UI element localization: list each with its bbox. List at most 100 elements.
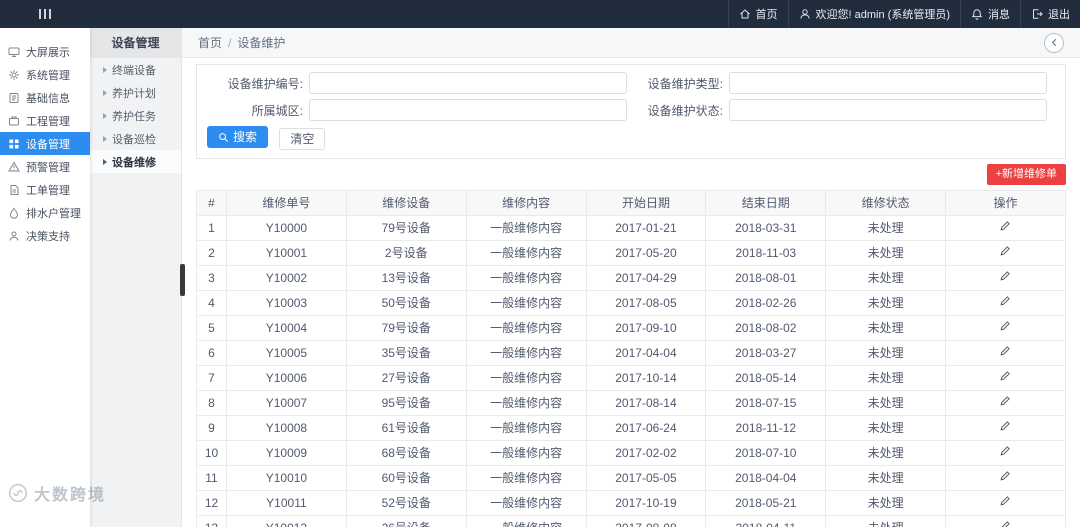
- sidebar-item-system[interactable]: 系统管理: [0, 63, 90, 86]
- submenu-item-maintain-task[interactable]: 养护任务: [90, 104, 181, 127]
- sidebar-item-equipment[interactable]: 设备管理: [0, 132, 90, 155]
- cell-idx: 5: [196, 314, 227, 341]
- home-icon: [739, 8, 751, 20]
- search-button-label: 搜索: [233, 130, 258, 144]
- cell-device: 68号设备: [345, 439, 467, 466]
- cell-actions: [945, 314, 1066, 341]
- cell-actions: [945, 339, 1066, 366]
- sidebar: 大屏展示系统管理基础信息 工程管理设备管理预警管理 工单管理排水户管理决策支持: [0, 28, 90, 527]
- device-icon: [8, 138, 20, 150]
- submenu-item-terminal-device[interactable]: 终端设备: [90, 58, 181, 81]
- clear-button[interactable]: 清空: [279, 127, 326, 150]
- submenu: 设备管理 终端设备 养护计划 养护任务 设备巡检 设备维修: [90, 28, 182, 527]
- cell-end: 2018-03-31: [705, 214, 827, 241]
- cell-actions: [945, 264, 1066, 291]
- menu-collapse-icon[interactable]: [0, 0, 90, 28]
- maintenance-status-label: 设备维护状态:: [647, 103, 723, 118]
- sidebar-item-label: 排水户管理: [26, 207, 81, 220]
- maintenance-no-input[interactable]: [309, 72, 627, 94]
- cell-start: 2017-05-20: [585, 239, 707, 266]
- cell-device: 61号设备: [345, 414, 467, 441]
- submenu-item-device-inspect[interactable]: 设备巡检: [90, 127, 181, 150]
- repair-table: # 维修单号 维修设备 维修内容 开始日期 结束日期 维修状态 操作 1 Y10000 79号设备…: [196, 189, 1066, 527]
- cell-order_no: Y10003: [226, 289, 347, 316]
- sidebar-item-label: 设备管理: [26, 138, 70, 151]
- cell-start: 2017-06-24: [585, 414, 707, 441]
- edit-icon[interactable]: [999, 270, 1012, 283]
- edit-icon[interactable]: [999, 370, 1012, 383]
- cell-content: 一般维修内容: [465, 314, 587, 341]
- cell-status: 未处理: [825, 339, 947, 366]
- cell-end: 2018-08-01: [705, 264, 827, 291]
- sidebar-item-big-screen[interactable]: 大屏展示: [0, 40, 90, 63]
- edit-icon[interactable]: [999, 420, 1012, 433]
- table-body: 1 Y10000 79号设备 一般维修内容 2017-01-21 2018-03-31 未处…: [196, 214, 1066, 527]
- submenu-list: 终端设备 养护计划 养护任务设备巡检设备维修: [90, 58, 181, 173]
- cell-order_no: Y10000: [226, 214, 347, 241]
- cell-actions: [945, 414, 1066, 441]
- search-button[interactable]: 搜索: [207, 126, 269, 148]
- edit-icon[interactable]: [999, 295, 1012, 308]
- sidebar-item-warning[interactable]: 预警管理: [0, 155, 90, 178]
- edit-icon[interactable]: [999, 220, 1012, 233]
- triangle-bullet-icon: [103, 112, 107, 119]
- scrollbar-thumb[interactable]: [180, 264, 185, 296]
- district-input[interactable]: [309, 99, 627, 121]
- table-row: 5 Y10004 79号设备 一般维修内容 2017-09-10 2018-08-02 未处…: [196, 314, 1066, 341]
- sidebar-item-drainage[interactable]: 排水户管理: [0, 201, 90, 224]
- cell-order_no: Y10005: [226, 339, 347, 366]
- cell-device: 50号设备: [345, 289, 467, 316]
- maintenance-type-label: 设备维护类型:: [647, 76, 723, 91]
- gear-icon: [8, 69, 20, 81]
- submenu-item-device-repair[interactable]: 设备维修: [90, 150, 181, 173]
- cell-idx: 1: [196, 214, 227, 241]
- cell-device: 60号设备: [345, 464, 467, 491]
- back-button[interactable]: [1044, 32, 1064, 53]
- maintenance-status-input[interactable]: [729, 99, 1047, 121]
- edit-icon[interactable]: [999, 445, 1012, 458]
- cell-actions: [945, 239, 1066, 266]
- cell-order_no: Y10011: [226, 489, 347, 516]
- cell-content: 一般维修内容: [465, 464, 587, 491]
- topbar-logout[interactable]: 退出: [1020, 0, 1080, 28]
- edit-icon[interactable]: [999, 395, 1012, 408]
- cell-order_no: Y10006: [226, 364, 347, 391]
- cell-status: 未处理: [825, 489, 947, 516]
- edit-icon[interactable]: [999, 520, 1012, 527]
- breadcrumb-home[interactable]: 首页: [198, 34, 222, 51]
- alert-icon: [8, 161, 20, 173]
- topbar-user[interactable]: 欢迎您! admin (系统管理员): [787, 0, 960, 28]
- topbar-home[interactable]: 首页: [727, 0, 788, 28]
- cell-content: 一般维修内容: [465, 364, 587, 391]
- search-row: 设备维护编号: 设备维护类型:: [207, 72, 1055, 94]
- column-header: 维修设备: [345, 189, 467, 216]
- sidebar-item-label: 系统管理: [26, 69, 70, 82]
- add-repair-order-button[interactable]: +新增维修单: [986, 163, 1066, 185]
- sidebar-item-engineering[interactable]: 工程管理: [0, 109, 90, 132]
- cell-start: 2017-10-14: [585, 364, 707, 391]
- sidebar-item-decision[interactable]: 决策支持: [0, 224, 90, 247]
- cell-end: 2018-05-14: [705, 364, 827, 391]
- content-area: 设备维护编号: 设备维护类型: 所属城区: 设备维护状态: 搜索 清空 +新增维修单…: [182, 58, 1080, 527]
- breadcrumb-separator: /: [228, 35, 232, 50]
- edit-icon[interactable]: [999, 470, 1012, 483]
- cell-status: 未处理: [825, 264, 947, 291]
- submenu-item-label: 设备巡检: [112, 133, 156, 146]
- sidebar-item-basic-info[interactable]: 基础信息: [0, 86, 90, 109]
- edit-icon[interactable]: [999, 495, 1012, 508]
- cell-content: 一般维修内容: [465, 239, 587, 266]
- cell-status: 未处理: [825, 439, 947, 466]
- triangle-bullet-icon: [103, 89, 107, 96]
- cell-actions: [945, 489, 1066, 516]
- cell-status: 未处理: [825, 239, 947, 266]
- submenu-item-maintain-plan[interactable]: 养护计划: [90, 81, 181, 104]
- cell-device: 13号设备: [345, 264, 467, 291]
- edit-icon[interactable]: [999, 245, 1012, 258]
- topbar-messages[interactable]: 消息: [960, 0, 1020, 28]
- cell-order_no: Y10012: [226, 514, 347, 527]
- sidebar-item-workorder[interactable]: 工单管理: [0, 178, 90, 201]
- edit-icon[interactable]: [999, 345, 1012, 358]
- maintenance-type-input[interactable]: [729, 72, 1047, 94]
- table-row: 11 Y10010 60号设备 一般维修内容 2017-05-05 2018-04-04 未…: [196, 464, 1066, 491]
- edit-icon[interactable]: [999, 320, 1012, 333]
